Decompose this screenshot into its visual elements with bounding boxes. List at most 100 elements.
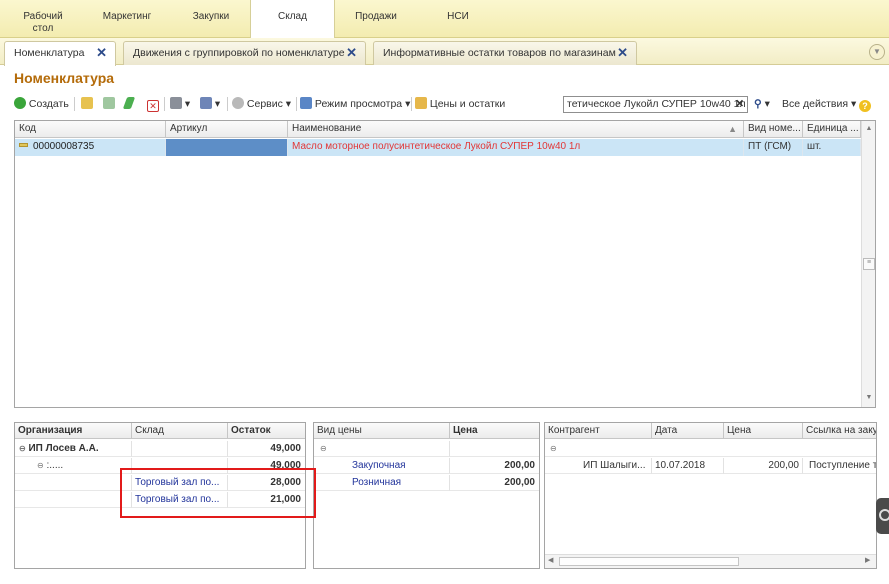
column-header-price-kind[interactable]: Вид цены <box>314 423 450 439</box>
close-icon[interactable]: ✕ <box>96 42 107 64</box>
help-button[interactable]: ? <box>859 96 871 112</box>
column-header-unit[interactable]: Единица ... <box>803 121 861 138</box>
sections-bar: Рабочий стол Маркетинг Закупки Склад Про… <box>0 0 889 39</box>
column-header-kind[interactable]: Вид номе... <box>744 121 803 138</box>
section-label: Закупки <box>192 11 230 22</box>
collapse-icon[interactable]: ⊖ <box>314 441 450 457</box>
org-name: ИП Лосев А.А. <box>28 443 99 454</box>
view-mode-label: Режим просмотра <box>314 98 403 110</box>
date-cell: 10.07.2018 <box>652 458 724 474</box>
section-purchases[interactable]: Закупки <box>180 11 242 23</box>
org-cell: ⊖ :..... <box>15 458 132 474</box>
tab-movements[interactable]: Движения с группировкой по номенклатуре ✕ <box>123 41 366 65</box>
separator <box>411 97 412 111</box>
search-input[interactable]: тетическое Лукойл СУПЕР 10w40 1л ✕ <box>563 96 748 113</box>
org-cell: ⊖ ИП Лосев А.А. <box>15 441 132 457</box>
partner-cell: ИП Шалыги... <box>545 458 652 474</box>
section-marketing[interactable]: Маркетинг <box>96 11 158 23</box>
all-actions-label: Все действия <box>782 98 849 110</box>
org-name: :..... <box>46 460 64 471</box>
section-label: Маркетинг <box>102 11 152 22</box>
print-button[interactable]: ▾ <box>170 96 190 112</box>
section-label: Рабочий стол <box>23 11 63 34</box>
price-table: Вид цены Цена ⊖ Закупочная 200,00 Рознич… <box>313 422 540 569</box>
sort-icon: ▲ <box>728 124 737 134</box>
search-icon: ⚲ <box>754 98 762 110</box>
collapse-icon[interactable]: ⊖ <box>19 444 26 453</box>
printer-icon <box>170 97 182 109</box>
column-header-partner[interactable]: Контрагент <box>545 423 652 439</box>
section-nsi[interactable]: НСИ <box>427 11 489 23</box>
table-row[interactable]: 00000008735 Масло моторное полусинтетиче… <box>15 139 861 156</box>
warehouse-cell <box>132 441 228 457</box>
section-warehouse[interactable]: Склад <box>250 0 335 39</box>
scroll-up-icon[interactable]: ▲ <box>862 123 875 135</box>
clear-icon[interactable]: ✕ <box>735 97 744 112</box>
row-code: 00000008735 <box>15 139 166 156</box>
side-panel-icon <box>879 509 889 521</box>
column-header-price[interactable]: Цена <box>450 423 539 439</box>
scroll-left-icon[interactable]: ◀ <box>548 556 553 564</box>
tab-label: Информативные остатки товаров по магазин… <box>383 47 616 59</box>
column-header-name[interactable]: Наименование ▲ <box>288 121 744 138</box>
section-label: Продажи <box>355 11 397 22</box>
column-header-article[interactable]: Артикул <box>166 121 288 138</box>
code-value: 00000008735 <box>33 141 95 152</box>
separator <box>74 97 75 111</box>
close-icon[interactable]: ✕ <box>346 42 357 64</box>
close-icon[interactable]: ✕ <box>617 42 628 64</box>
create-button[interactable]: Создать <box>14 96 69 112</box>
scroll-thumb[interactable]: ≡ <box>863 258 875 270</box>
prices-button[interactable]: Цены и остатки <box>415 96 505 112</box>
link-cell: Поступление то <box>803 458 876 474</box>
plus-circle-icon <box>14 97 26 109</box>
tab-label: Движения с группировкой по номенклатуре <box>133 47 345 59</box>
section-label: Склад <box>278 11 307 22</box>
service-label: Сервис <box>246 98 283 110</box>
price-kind-cell: Розничная <box>314 475 450 491</box>
edit-button[interactable] <box>122 96 136 112</box>
side-panel-button[interactable] <box>876 498 889 534</box>
separator <box>296 97 297 111</box>
delete-button[interactable]: ✕ <box>147 96 159 112</box>
collapse-icon[interactable]: ⊖ <box>545 441 876 457</box>
view-mode-button[interactable]: Режим просмотра ▾ <box>300 96 410 112</box>
item-icon <box>19 143 28 147</box>
column-header-balance[interactable]: Остаток <box>228 423 305 439</box>
report-icon <box>200 97 212 109</box>
tabs-dropdown-icon[interactable]: ▼ <box>869 44 885 60</box>
column-header-date[interactable]: Дата <box>652 423 724 439</box>
balance-cell: 49,000 <box>228 441 305 457</box>
all-actions-button[interactable]: Все действия ▾ <box>782 96 856 112</box>
reports-button[interactable]: ▾ <box>200 96 220 112</box>
section-sales[interactable]: Продажи <box>345 11 407 23</box>
row-unit: шт. <box>803 139 861 156</box>
collapse-icon[interactable]: ⊖ <box>37 461 44 470</box>
service-button[interactable]: Сервис ▾ <box>232 96 291 112</box>
prices-icon <box>415 97 427 109</box>
copy-button[interactable] <box>103 96 115 112</box>
supply-table: Контрагент Дата Цена Ссылка на заку ⊖ ИП… <box>544 422 877 569</box>
horizontal-scrollbar[interactable]: ◀ ▶ <box>545 554 876 568</box>
price-cell: 200,00 <box>450 458 539 474</box>
vertical-scrollbar[interactable]: ▲ ≡ ▼ <box>861 121 875 407</box>
scroll-thumb[interactable] <box>559 557 739 566</box>
column-header-link[interactable]: Ссылка на заку <box>803 423 876 439</box>
search-button[interactable]: ⚲ ▾ <box>754 96 770 112</box>
scroll-right-icon[interactable]: ▶ <box>865 556 870 564</box>
section-desktop[interactable]: Рабочий стол <box>12 11 74 35</box>
org-cell <box>15 492 132 508</box>
pencil-icon <box>122 97 136 109</box>
column-header-code[interactable]: Код <box>15 121 166 138</box>
folder-add-icon <box>81 97 93 109</box>
column-header-warehouse[interactable]: Склад <box>132 423 228 439</box>
scroll-down-icon[interactable]: ▼ <box>862 392 875 404</box>
prices-label: Цены и остатки <box>429 98 506 110</box>
tab-store-balances[interactable]: Информативные остатки товаров по магазин… <box>373 41 637 65</box>
column-header-organization[interactable]: Организация <box>15 423 132 439</box>
tab-label: Номенклатура <box>14 47 85 59</box>
add-group-button[interactable] <box>81 96 93 112</box>
separator <box>164 97 165 111</box>
tab-nomenclature[interactable]: Номенклатура ✕ <box>4 41 116 66</box>
column-header-price[interactable]: Цена <box>724 423 803 439</box>
